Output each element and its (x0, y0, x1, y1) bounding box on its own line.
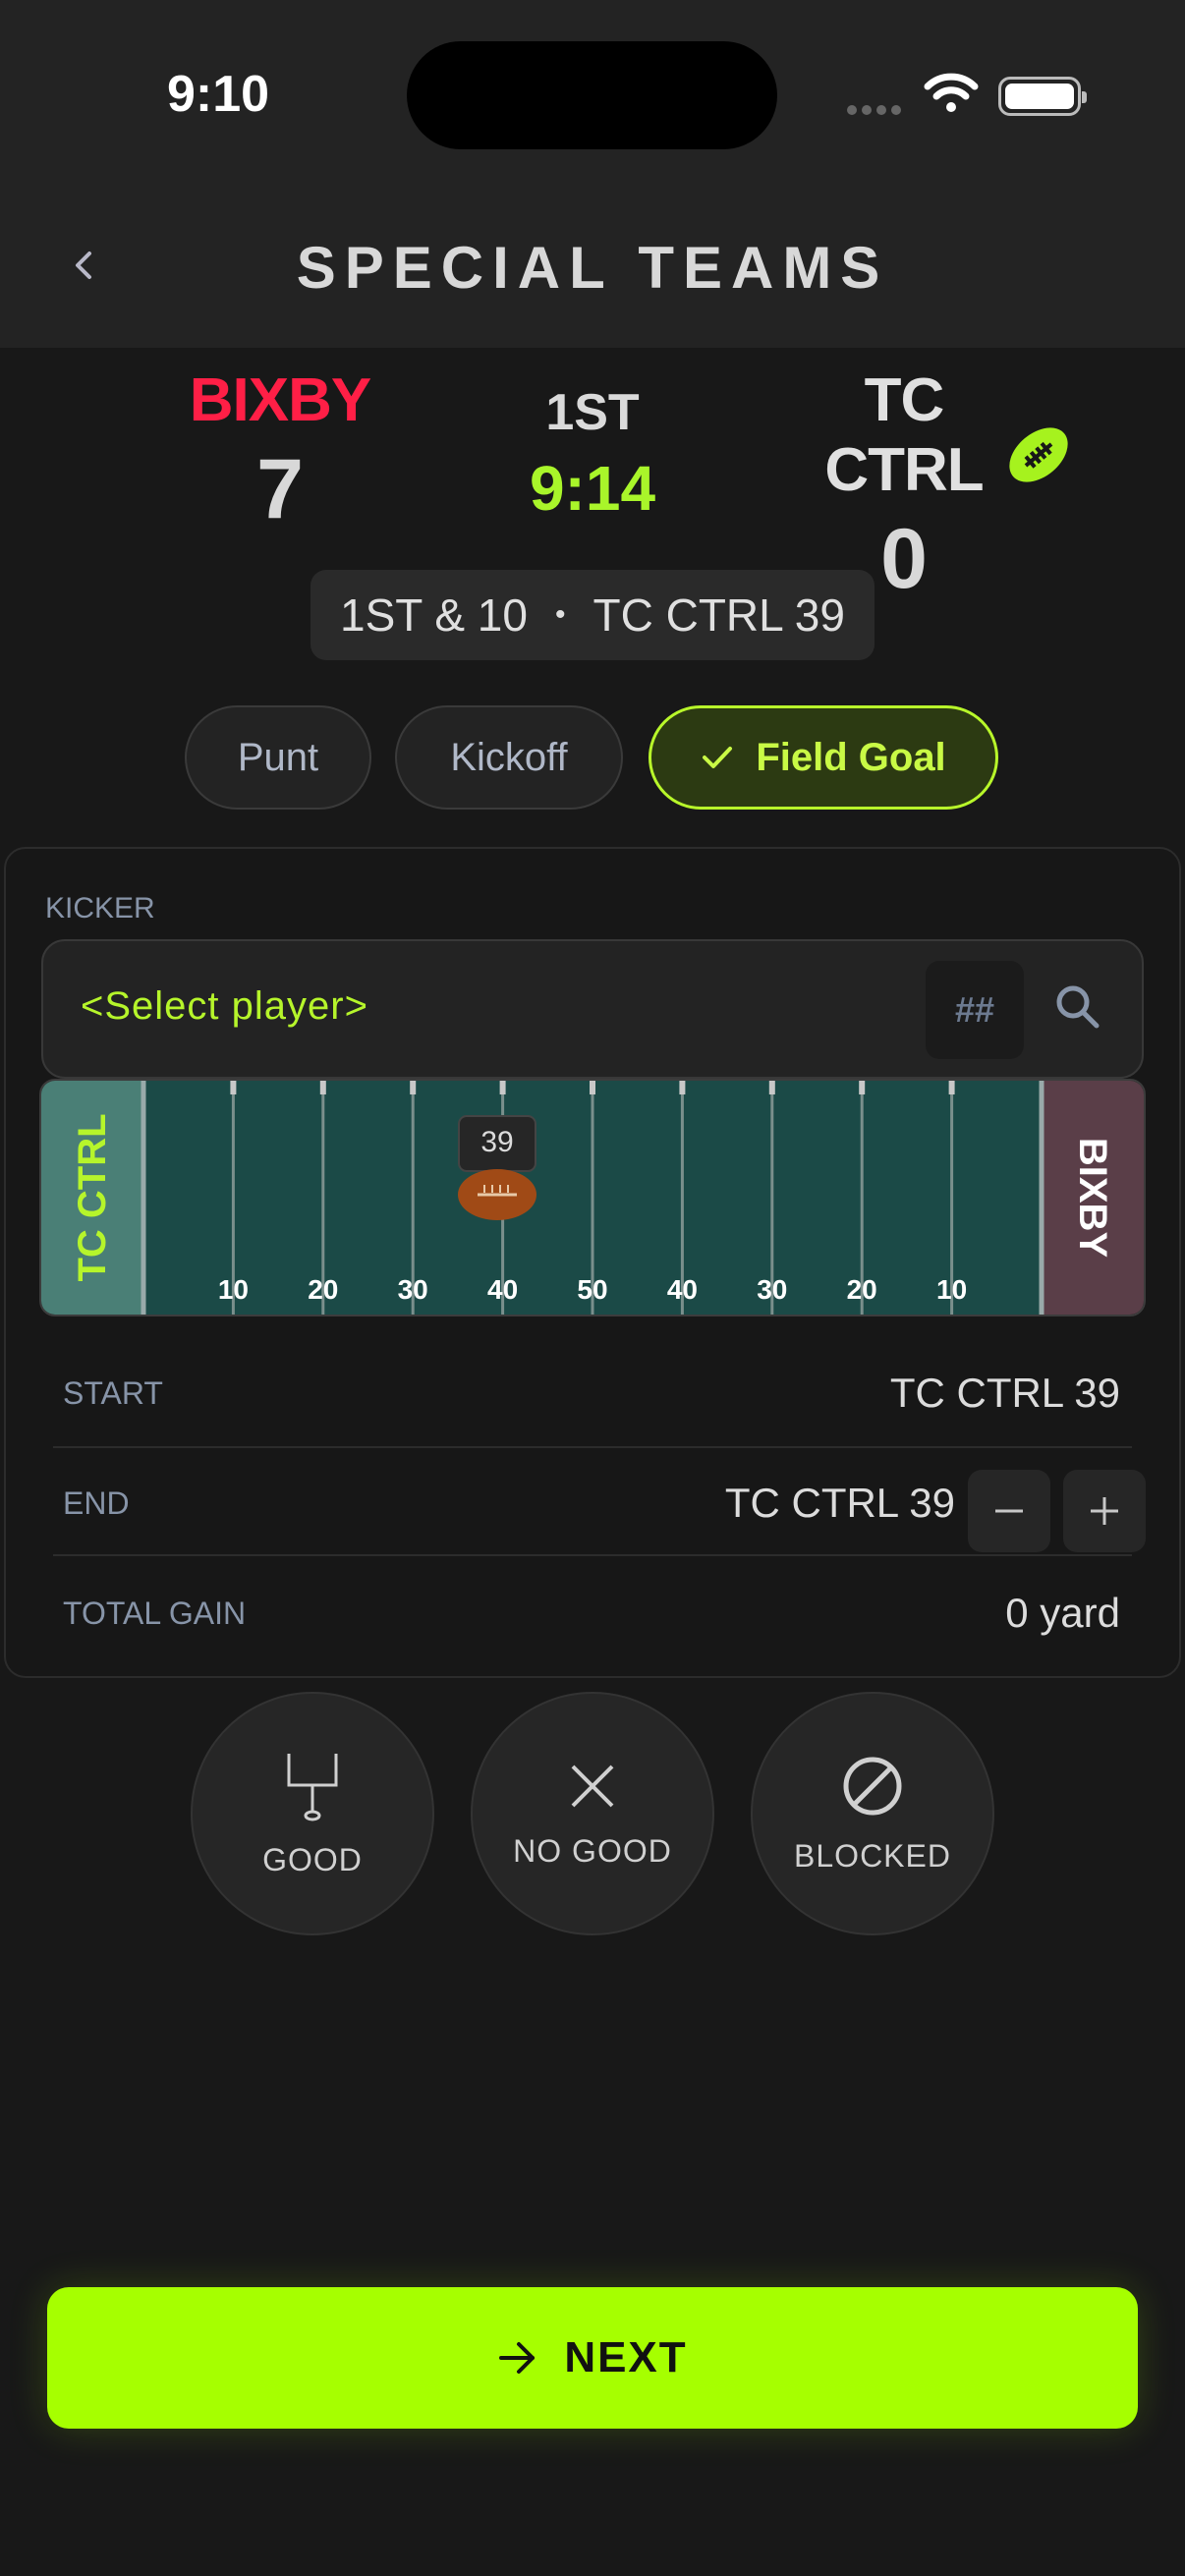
good-label: GOOD (262, 1841, 363, 1877)
separator-dot: • (554, 598, 566, 631)
plus-icon (1091, 1497, 1118, 1525)
yard-label: 10 (936, 1274, 967, 1305)
kicker-select-field[interactable]: <Select player> ## (41, 939, 1144, 1079)
yard-label: 40 (667, 1274, 698, 1305)
decrement-button[interactable] (968, 1470, 1050, 1552)
ball-marker-label: 39 (480, 1126, 513, 1158)
battery-icon (998, 77, 1087, 116)
period: 1ST (545, 384, 640, 441)
tab-field-goal[interactable]: Field Goal (649, 705, 998, 810)
wifi-icon (924, 71, 979, 119)
home-team-score: 7 (256, 442, 304, 536)
blocked-button[interactable]: BLOCKED (751, 1692, 994, 1935)
yard-tick (948, 1081, 955, 1094)
next-label: NEXT (564, 2333, 688, 2381)
next-button[interactable]: NEXT (47, 2287, 1138, 2429)
yard-label: 30 (757, 1274, 787, 1305)
good-button[interactable]: GOOD (191, 1692, 434, 1935)
dynamic-island (407, 41, 777, 149)
down-distance-pill: 1ST & 10 • TC CTRL 39 (310, 570, 875, 660)
ball-marker[interactable]: 39 (458, 1115, 536, 1220)
tab-punt-label: Punt (237, 735, 319, 779)
yard-tick (499, 1081, 506, 1094)
yard-label: 50 (577, 1274, 607, 1305)
yard-label: 20 (847, 1274, 877, 1305)
down-text: 1ST & 10 (340, 589, 528, 641)
yard-label: 40 (487, 1274, 518, 1305)
check-icon (703, 747, 733, 768)
cellular-signal-icon (847, 102, 906, 120)
blocked-icon (843, 1757, 902, 1815)
status-bar: 9:10 (0, 0, 1185, 187)
football-icon (1004, 420, 1073, 494)
yard-tick (768, 1081, 775, 1094)
left-endzone-label: TC CTRL (71, 1113, 114, 1281)
total-gain-value: 0 yard (1005, 1590, 1120, 1636)
tab-punt[interactable]: Punt (185, 705, 371, 810)
minus-icon (995, 1509, 1023, 1513)
search-icon[interactable] (1051, 980, 1106, 1040)
status-time: 9:10 (167, 66, 270, 123)
page-title: SPECIAL TEAMS (296, 235, 889, 301)
yard-tick (319, 1081, 326, 1094)
kicker-label: KICKER (45, 892, 155, 924)
blocked-label: BLOCKED (794, 1837, 951, 1874)
game-clock: 9:14 (529, 453, 656, 524)
start-label: START (63, 1375, 163, 1411)
home-team-name: BIXBY (189, 366, 371, 434)
yard-tick (859, 1081, 866, 1094)
end-label: END (63, 1485, 130, 1521)
divider (53, 1554, 1132, 1556)
total-gain-label: TOTAL GAIN (63, 1596, 247, 1631)
end-value: TC CTRL 39 (724, 1480, 955, 1526)
start-value: TC CTRL 39 (889, 1370, 1120, 1416)
ball-spot-text: TC CTRL 39 (592, 589, 845, 641)
home-team: BIXBY 7 (182, 365, 378, 538)
field-diagram[interactable]: 10 20 30 40 50 40 30 20 10 TC CTRL BIXBY 39 (39, 1079, 1146, 1316)
goalpost-icon (287, 1753, 338, 1820)
tab-field-goal-label: Field Goal (756, 735, 946, 779)
tab-kickoff[interactable]: Kickoff (395, 705, 623, 810)
no-good-label: NO GOOD (513, 1832, 672, 1869)
yard-tick (410, 1081, 417, 1094)
tab-kickoff-label: Kickoff (450, 735, 568, 779)
yard-tick (679, 1081, 686, 1094)
jersey-number-button[interactable]: ## (926, 961, 1024, 1059)
increment-button[interactable] (1063, 1470, 1146, 1552)
yard-tick (230, 1081, 237, 1094)
kicker-placeholder: <Select player> (81, 984, 368, 1028)
away-team-name: TC CTRL (824, 366, 984, 504)
yard-tick (590, 1081, 595, 1094)
yard-label: 30 (398, 1274, 428, 1305)
arrow-right-icon (499, 2342, 536, 2374)
header: SPECIAL TEAMS (0, 187, 1185, 348)
yard-label: 10 (218, 1274, 249, 1305)
yard-label: 20 (308, 1274, 338, 1305)
right-endzone-label: BIXBY (1071, 1138, 1114, 1259)
x-icon (571, 1764, 614, 1807)
jersey-number-label: ## (954, 989, 995, 1030)
divider (53, 1446, 1132, 1448)
no-good-button[interactable]: NO GOOD (471, 1692, 714, 1935)
